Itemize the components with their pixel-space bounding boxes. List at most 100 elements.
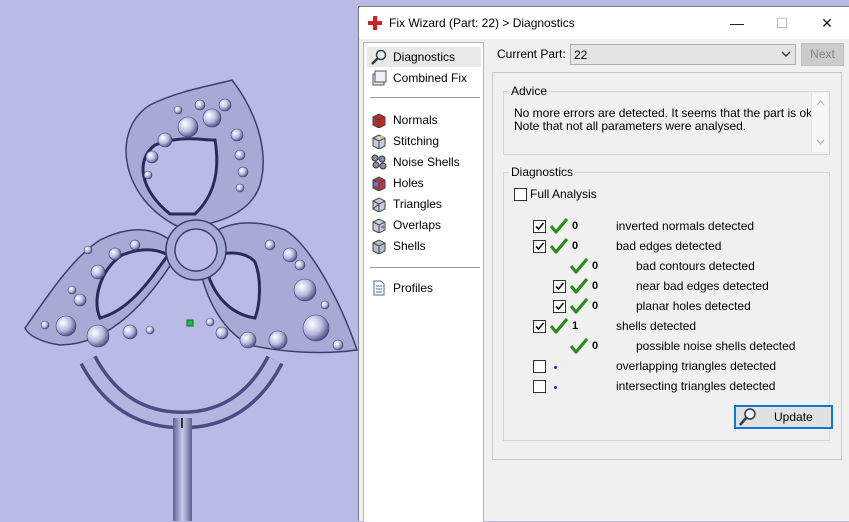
advice-scrollbar[interactable] bbox=[811, 93, 829, 152]
diagnostic-label: shells detected bbox=[616, 319, 697, 333]
diagnostic-row: 0 inverted normals detected bbox=[504, 217, 824, 237]
nav-label: Shells bbox=[393, 239, 426, 253]
diagnostic-checkbox[interactable] bbox=[553, 280, 566, 293]
green-check-icon bbox=[570, 278, 588, 294]
diagnostic-count: 0 bbox=[592, 340, 599, 352]
diagnostic-count: 0 bbox=[592, 260, 599, 272]
maximize-button[interactable]: ☐ bbox=[759, 7, 805, 39]
jewelry-part-model bbox=[24, 79, 358, 521]
nav-label: Noise Shells bbox=[393, 155, 460, 169]
nav-label: Overlaps bbox=[393, 218, 442, 232]
green-check-icon bbox=[550, 238, 568, 254]
diagnostic-count: 0 bbox=[572, 220, 579, 232]
combined-fix-icon bbox=[372, 70, 387, 86]
advice-line-2: Note that not all parameters were analys… bbox=[514, 119, 747, 133]
nav-item-combined-fix[interactable]: Combined Fix bbox=[367, 68, 481, 88]
next-button[interactable]: Next bbox=[801, 43, 844, 66]
diagnostic-label: overlapping triangles detected bbox=[616, 359, 777, 373]
diagnostic-row: 1 shells detected bbox=[504, 317, 824, 337]
nav-separator bbox=[370, 267, 480, 268]
diagnostics-group: Diagnostics Full Analysis 0 inverted norm… bbox=[503, 165, 833, 441]
nav-item-triangles[interactable]: Triangles bbox=[367, 194, 481, 214]
diagnostic-checkbox[interactable] bbox=[533, 320, 546, 333]
advice-text: No more errors are detected. It seems th… bbox=[514, 107, 815, 133]
diagnostic-count: 1 bbox=[572, 320, 579, 332]
diagnostic-row: overlapping triangles detected bbox=[504, 357, 824, 377]
update-button[interactable]: Update bbox=[734, 405, 833, 429]
diagnostic-label: possible noise shells detected bbox=[636, 339, 796, 353]
title-bar[interactable]: Fix Wizard (Part: 22) > Diagnostics — ☐ … bbox=[359, 7, 849, 39]
magnifier-icon bbox=[371, 49, 387, 65]
nav-item-noise-shells[interactable]: Noise Shells bbox=[367, 152, 481, 172]
diagnostic-label: intersecting triangles detected bbox=[616, 379, 776, 393]
diagnostic-label: bad contours detected bbox=[636, 259, 755, 273]
chevron-down-icon bbox=[781, 51, 791, 57]
diagnostic-checkbox[interactable] bbox=[553, 300, 566, 313]
nav-label: Combined Fix bbox=[393, 71, 468, 85]
green-check-icon bbox=[570, 258, 588, 274]
checkmark-icon bbox=[555, 302, 565, 311]
triangles-cube-icon bbox=[372, 197, 386, 212]
diagnostics-title: Diagnostics bbox=[509, 165, 576, 179]
nav-label: Diagnostics bbox=[393, 50, 456, 64]
diagnostic-row: 0 bad edges detected bbox=[504, 237, 824, 257]
diagnostic-count: 0 bbox=[592, 280, 599, 292]
window-title: Fix Wizard (Part: 22) > Diagnostics bbox=[389, 16, 575, 30]
nav-label: Profiles bbox=[393, 281, 434, 295]
noise-shells-icon bbox=[371, 154, 387, 170]
diagnostic-row: 0 possible noise shells detected bbox=[504, 337, 824, 357]
nav-item-holes[interactable]: Holes bbox=[367, 173, 481, 193]
diagnostic-checkbox[interactable] bbox=[533, 360, 546, 373]
close-button[interactable]: ✕ bbox=[804, 7, 849, 39]
holes-cube-icon bbox=[372, 176, 386, 191]
diagnostic-checkbox[interactable] bbox=[533, 240, 546, 253]
nav-separator bbox=[370, 97, 480, 98]
current-part-dropdown[interactable]: 22 bbox=[570, 44, 796, 65]
diagnostic-label: bad edges detected bbox=[616, 239, 722, 253]
nav-item-normals[interactable]: Normals bbox=[367, 110, 481, 130]
nav-item-profiles[interactable]: Profiles bbox=[367, 278, 481, 298]
normals-cube-icon bbox=[372, 113, 386, 128]
green-check-icon bbox=[570, 298, 588, 314]
3d-viewport[interactable] bbox=[0, 0, 358, 521]
nav-item-overlaps[interactable]: Overlaps bbox=[367, 215, 481, 235]
magnifier-icon bbox=[739, 408, 756, 426]
nav-item-diagnostics[interactable]: Diagnostics bbox=[367, 47, 481, 67]
advice-title: Advice bbox=[509, 84, 550, 98]
current-part-value: 22 bbox=[574, 48, 588, 62]
diagnostic-label: planar holes detected bbox=[636, 299, 751, 313]
nav-item-stitching[interactable]: Stitching bbox=[367, 131, 481, 151]
diagnostic-count: 0 bbox=[592, 300, 599, 312]
fix-navigation-panel: Diagnostics Combined Fix Normals Stitchi… bbox=[363, 42, 484, 522]
diagnostic-checkbox[interactable] bbox=[533, 380, 546, 393]
nav-label: Stitching bbox=[393, 134, 440, 148]
full-analysis-checkbox[interactable] bbox=[514, 188, 527, 201]
nav-label: Holes bbox=[393, 176, 424, 190]
shells-cube-icon bbox=[372, 239, 386, 254]
checkmark-icon bbox=[535, 322, 545, 331]
diagnostic-row: 0 near bad edges detected bbox=[504, 277, 824, 297]
pending-dot-icon bbox=[554, 386, 557, 389]
nav-label: Triangles bbox=[393, 197, 442, 211]
full-analysis-label: Full Analysis bbox=[530, 187, 597, 201]
diagnostic-row: 0 bad contours detected bbox=[504, 257, 824, 277]
checkmark-icon bbox=[555, 282, 565, 291]
minimize-button[interactable]: — bbox=[714, 7, 760, 39]
stitching-cube-icon bbox=[372, 134, 386, 149]
diagnostic-row: 0 planar holes detected bbox=[504, 297, 824, 317]
checkmark-icon bbox=[535, 242, 545, 251]
pending-dot-icon bbox=[554, 366, 557, 369]
fix-wizard-dialog: Fix Wizard (Part: 22) > Diagnostics — ☐ … bbox=[358, 6, 849, 522]
current-part-label: Current Part: bbox=[497, 47, 566, 61]
overlaps-cube-icon bbox=[372, 218, 386, 233]
green-check-icon bbox=[570, 338, 588, 354]
nav-item-shells[interactable]: Shells bbox=[367, 236, 481, 256]
diagnostic-count: 0 bbox=[572, 240, 579, 252]
diagnostic-row: intersecting triangles detected bbox=[504, 377, 824, 397]
advice-group: Advice No more errors are detected. It s… bbox=[503, 84, 830, 155]
profiles-page-icon bbox=[373, 280, 385, 296]
green-check-icon bbox=[550, 318, 568, 334]
diagnostic-label: near bad edges detected bbox=[636, 279, 769, 293]
diagnostic-checkbox[interactable] bbox=[533, 220, 546, 233]
diagnostic-label: inverted normals detected bbox=[616, 219, 755, 233]
